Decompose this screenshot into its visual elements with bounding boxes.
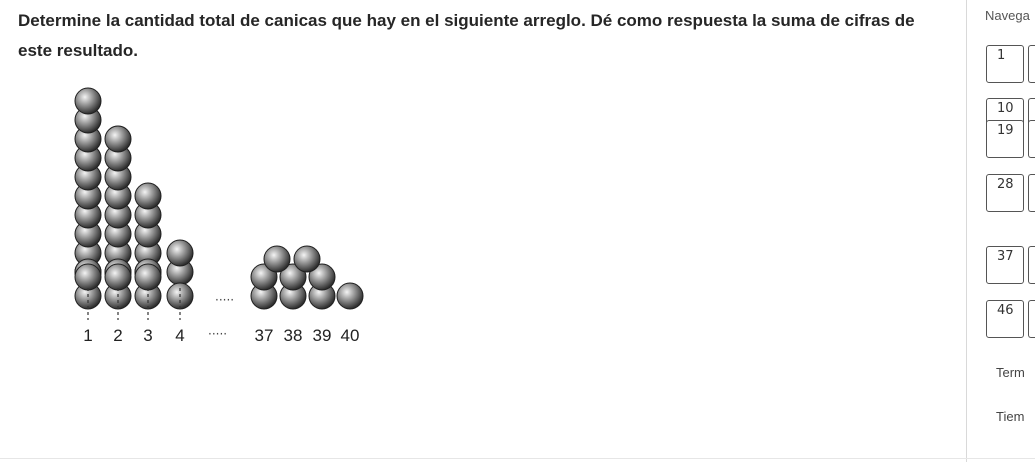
column-label-37: 37 (255, 326, 274, 345)
nav-option-label: 10 (997, 101, 1014, 116)
nav-option-label: 19 (997, 123, 1014, 138)
question-line-1: Determine la cantidad total de canicas q… (18, 11, 915, 30)
nav-option-37-partial[interactable] (1028, 246, 1035, 284)
nav-option-label: 37 (997, 249, 1014, 264)
marbles-figure: ····· ····· 1 2 3 4 37 38 39 40 (60, 82, 400, 372)
nav-option-28[interactable]: 28 (986, 174, 1024, 212)
marble (293, 245, 321, 273)
ellipsis-labels: ····· (208, 327, 227, 341)
column-label-1: 1 (83, 326, 92, 345)
marble (104, 263, 132, 291)
marble (134, 263, 162, 291)
column-label-38: 38 (284, 326, 303, 345)
marble (74, 263, 102, 291)
bottom-rule (0, 458, 1035, 459)
column-label-39: 39 (313, 326, 332, 345)
column-label-3: 3 (143, 326, 152, 345)
tiempo-label: Tiem (996, 409, 1025, 424)
column-label-40: 40 (341, 326, 360, 345)
terminar-link[interactable]: Term (996, 365, 1025, 380)
nav-option-46-partial[interactable] (1028, 300, 1035, 338)
question-text: Determine la cantidad total de canicas q… (18, 6, 938, 66)
marble (336, 282, 364, 310)
nav-option-19-partial[interactable] (1028, 120, 1035, 158)
nav-option-46[interactable]: 46 (986, 300, 1024, 338)
marble (166, 239, 194, 267)
nav-option-28-partial[interactable] (1028, 174, 1035, 212)
marbles-svg: ····· ····· 1 2 3 4 37 38 39 40 (74, 87, 364, 345)
nav-option-1-partial[interactable] (1028, 45, 1035, 83)
nav-option-label: 28 (997, 177, 1014, 192)
column-label-2: 2 (113, 326, 122, 345)
ellipsis-marbles: ····· (215, 293, 234, 307)
nav-option-19[interactable]: 19 (986, 120, 1024, 158)
marble (104, 125, 132, 153)
question-line-2: este resultado. (18, 41, 138, 60)
dashed-lines (87, 288, 181, 320)
sidebar-title: Navega (985, 8, 1030, 23)
nav-option-37[interactable]: 37 (986, 246, 1024, 284)
marble (134, 182, 162, 210)
marble (74, 87, 102, 115)
marbles-layer (74, 87, 364, 310)
nav-option-1[interactable]: 1 (986, 45, 1024, 83)
sidebar-divider (966, 0, 967, 462)
column-label-4: 4 (175, 326, 184, 345)
nav-option-label: 46 (997, 303, 1014, 318)
nav-option-label: 1 (997, 48, 1006, 63)
marble (263, 245, 291, 273)
